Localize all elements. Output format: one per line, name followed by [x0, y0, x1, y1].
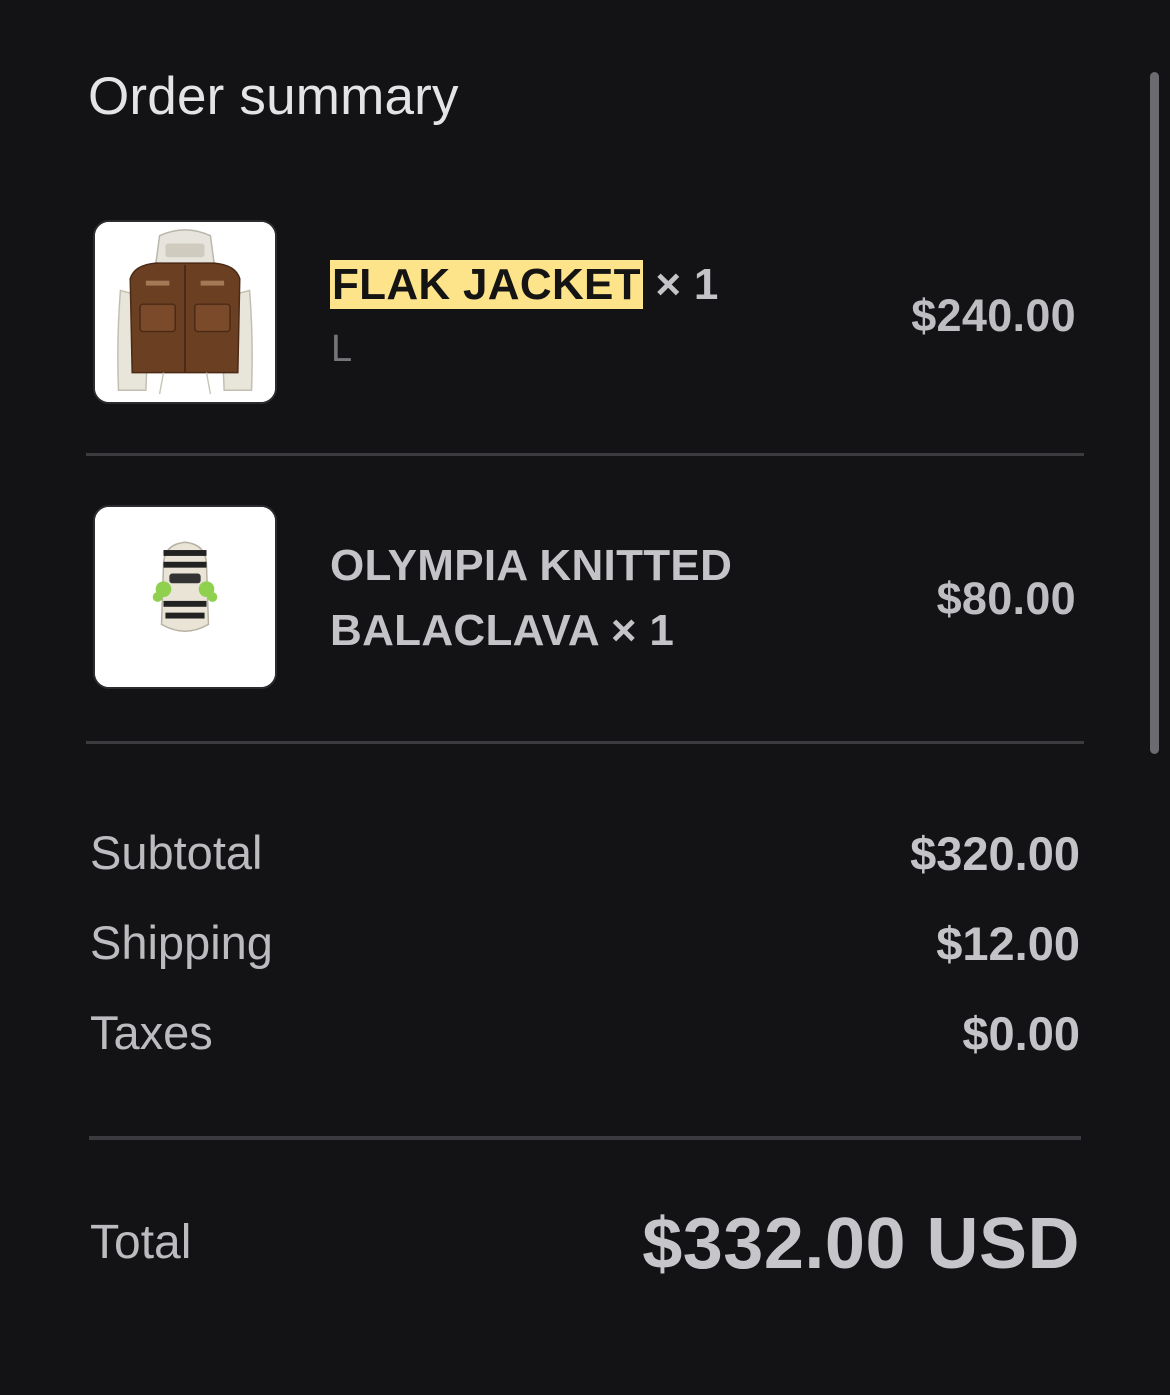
flak-jacket-image[interactable] — [93, 220, 277, 404]
page-title: Order summary — [88, 67, 459, 126]
item-price: $80.00 — [936, 573, 1076, 624]
subtotal-value: $320.00 — [910, 827, 1080, 880]
item-name-line2-wrap: BALACLAVA × 1 — [330, 598, 732, 663]
highlighted-item-name: FLAK JACKET — [330, 260, 643, 309]
item-name-line1: OLYMPIA KNITTED — [330, 541, 733, 590]
item-quantity: × 1 — [610, 606, 675, 655]
scrollbar[interactable] — [1150, 72, 1159, 754]
item-name-line2: BALACLAVA — [330, 606, 599, 655]
taxes-value: $0.00 — [962, 1007, 1080, 1060]
item-quantity: × 1 — [655, 260, 719, 309]
balaclava-graphic — [95, 507, 275, 687]
item-title-balaclava[interactable]: OLYMPIA KNITTED BALACLAVA × 1 — [330, 533, 732, 663]
total-value: $332.00 USD — [642, 1204, 1080, 1284]
taxes-label: Taxes — [90, 1006, 213, 1059]
shipping-label: Shipping — [90, 916, 273, 969]
total-label: Total — [90, 1216, 192, 1269]
item-variant: L — [331, 328, 353, 370]
item-title-flak-jacket[interactable]: FLAK JACKET × 1 — [330, 252, 719, 317]
balaclava-image[interactable] — [93, 505, 277, 689]
divider — [89, 1136, 1081, 1140]
flak-jacket-graphic — [95, 222, 275, 402]
item-price: $240.00 — [911, 290, 1076, 341]
divider — [86, 741, 1084, 744]
divider — [86, 453, 1084, 456]
subtotal-label: Subtotal — [90, 826, 263, 879]
shipping-value: $12.00 — [936, 917, 1080, 970]
